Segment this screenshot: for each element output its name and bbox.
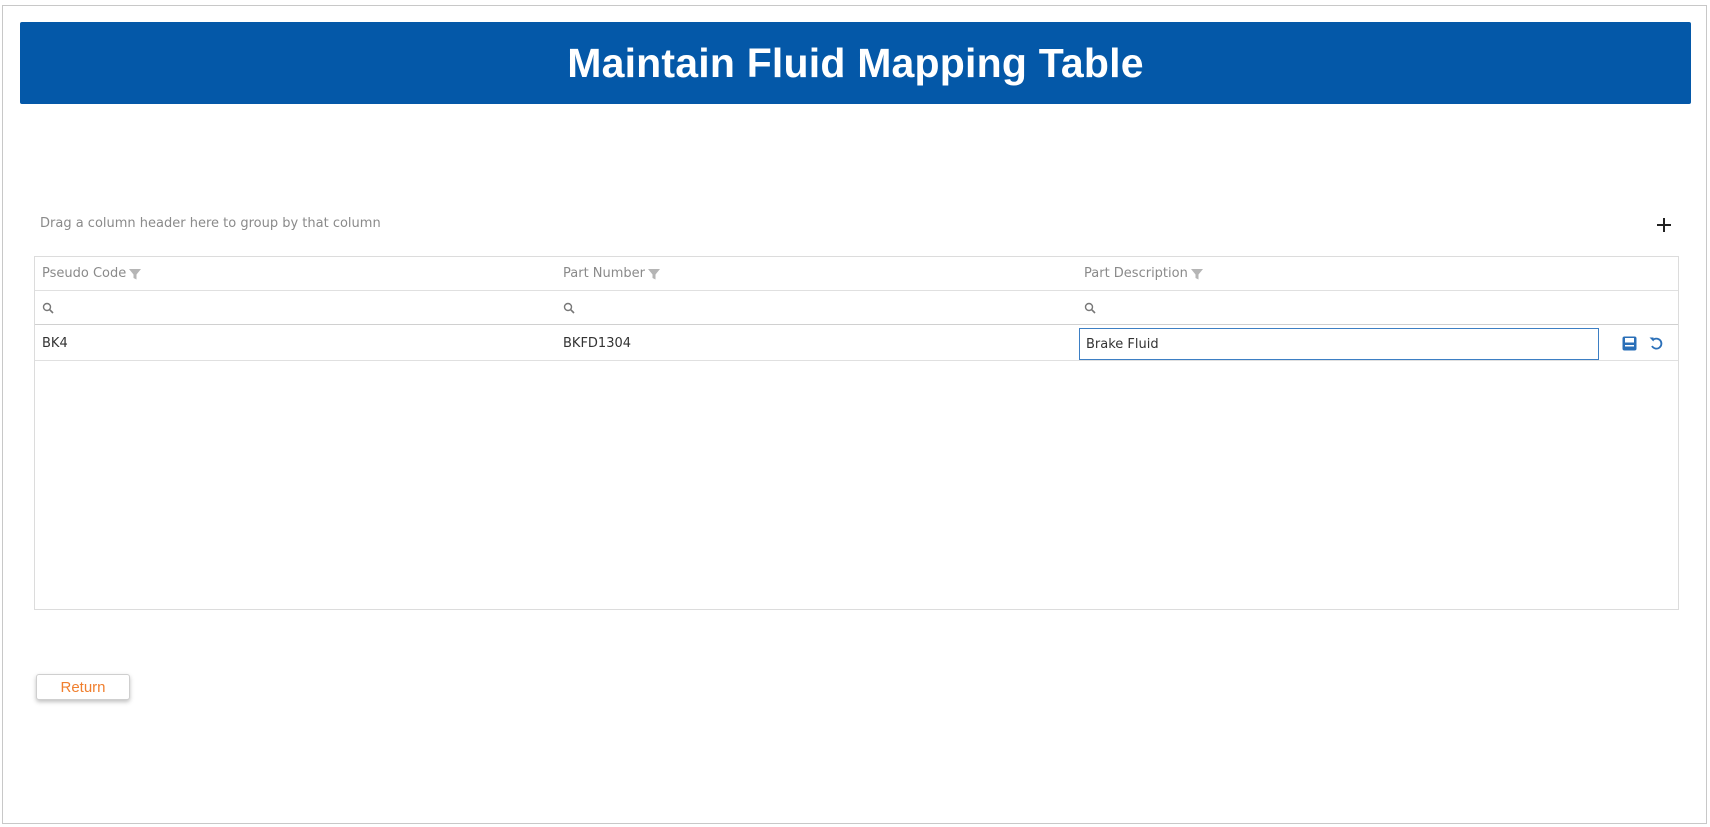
filter-cell-pseudo-code[interactable] bbox=[35, 291, 556, 324]
search-icon bbox=[42, 302, 54, 314]
undo-icon[interactable] bbox=[1646, 333, 1666, 353]
table-row[interactable]: BK4 BKFD1304 bbox=[35, 326, 1678, 361]
funnel-icon[interactable] bbox=[647, 267, 661, 281]
part-description-edit-input[interactable] bbox=[1079, 328, 1599, 360]
plus-icon bbox=[1657, 218, 1671, 232]
save-icon[interactable] bbox=[1619, 333, 1639, 353]
column-header-label: Pseudo Code bbox=[42, 266, 127, 281]
cell-part-number: BKFD1304 bbox=[563, 335, 632, 351]
filter-cell-part-description[interactable] bbox=[1077, 291, 1597, 324]
cell-pseudo-code: BK4 bbox=[42, 335, 68, 351]
data-grid: Pseudo Code Part Number Part Description bbox=[34, 256, 1679, 610]
column-header-part-number[interactable]: Part Number bbox=[556, 257, 1077, 290]
filter-cell-part-number[interactable] bbox=[556, 291, 1077, 324]
page-header: Maintain Fluid Mapping Table bbox=[20, 22, 1691, 104]
funnel-icon[interactable] bbox=[128, 267, 142, 281]
column-header-actions bbox=[1597, 257, 1680, 290]
search-icon bbox=[1084, 302, 1096, 314]
grid-header-row: Pseudo Code Part Number Part Description bbox=[35, 257, 1678, 291]
column-header-pseudo-code[interactable]: Pseudo Code bbox=[35, 257, 556, 290]
group-panel-hint: Drag a column header here to group by th… bbox=[40, 216, 381, 231]
column-header-label: Part Number bbox=[563, 266, 646, 281]
search-icon bbox=[563, 302, 575, 314]
add-row-button[interactable] bbox=[1653, 214, 1675, 236]
grid-filter-row bbox=[35, 291, 1678, 325]
funnel-icon[interactable] bbox=[1190, 267, 1204, 281]
page-title: Maintain Fluid Mapping Table bbox=[567, 39, 1144, 86]
return-button[interactable]: Return bbox=[36, 674, 130, 700]
page-frame: Maintain Fluid Mapping Table Drag a colu… bbox=[2, 5, 1707, 824]
column-header-part-description[interactable]: Part Description bbox=[1077, 257, 1597, 290]
column-header-label: Part Description bbox=[1084, 266, 1188, 281]
